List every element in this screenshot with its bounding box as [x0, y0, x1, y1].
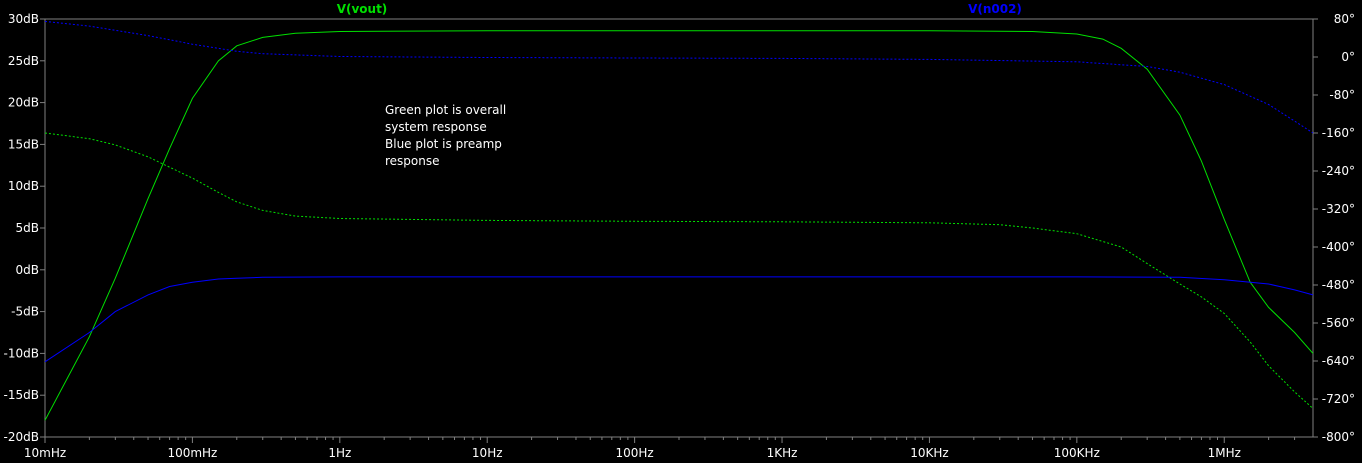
y-left-tick-label: -20dB — [4, 430, 39, 444]
x-tick-label: 100KHz — [1054, 446, 1100, 460]
plot-annotation: Green plot is overall system response Bl… — [385, 103, 507, 168]
y-left-tick-label: 0dB — [16, 263, 39, 277]
x-tick-label: 10Hz — [472, 446, 503, 460]
series-v-vout-magnitude — [44, 30, 1314, 421]
x-tick-label: 100mHz — [167, 446, 217, 460]
y-right-tick-label: -320° — [1322, 202, 1355, 216]
y-left-tick-label: -5dB — [11, 305, 39, 319]
y-right-tick-label: 0° — [1341, 50, 1355, 64]
series — [44, 20, 1314, 421]
series-v-n002-magnitude — [44, 276, 1314, 363]
x-tick-label: 10mHz — [24, 446, 66, 460]
series-title-v-vout: V(vout) — [337, 2, 388, 16]
y-right-tick-label: -560° — [1322, 316, 1355, 330]
y-left-tick-label: -15dB — [4, 388, 39, 402]
x-tick-label: 100Hz — [616, 446, 654, 460]
bode-plot: 10mHz 100mHz 1Hz 10Hz 100Hz 1KHz 10KHz 100KHz 1M… — [4, 2, 1355, 460]
y-left-tick-label: 10dB — [8, 179, 39, 193]
y-right-tick-label: -80° — [1329, 88, 1355, 102]
y-left-tick-label: 30dB — [8, 12, 39, 26]
x-tick-label: 1Hz — [328, 446, 351, 460]
y-left-tick-label: 15dB — [8, 137, 39, 151]
series-title-v-n002: V(n002) — [968, 2, 1022, 16]
y-right-tick-label: 80° — [1334, 12, 1355, 26]
axes — [44, 18, 1314, 438]
series-v-vout-phase — [44, 132, 1314, 409]
y-right-tick-label: -720° — [1322, 392, 1355, 406]
x-tick-label: 1MHz — [1208, 446, 1241, 460]
plot-frame — [44, 18, 1314, 438]
x-tick-label: 1KHz — [767, 446, 798, 460]
series-titles: V(vout) V(n002) — [337, 2, 1022, 16]
y-right-tick-label: -400° — [1322, 240, 1355, 254]
y-left-tick-label: 5dB — [16, 221, 39, 235]
y-right-tick-label: -640° — [1322, 354, 1355, 368]
y-right-tick-label: -240° — [1322, 164, 1355, 178]
y-left-tick-label: 20dB — [8, 96, 39, 110]
y-right-tick-label: -160° — [1322, 126, 1355, 140]
y-left-tick-label: -10dB — [4, 346, 39, 360]
series-v-n002-phase — [44, 20, 1314, 134]
y-right-tick-label: -480° — [1322, 278, 1355, 292]
y-right-tick-label: -800° — [1322, 430, 1355, 444]
x-tick-label: 10KHz — [910, 446, 948, 460]
y-left-tick-label: 25dB — [8, 54, 39, 68]
